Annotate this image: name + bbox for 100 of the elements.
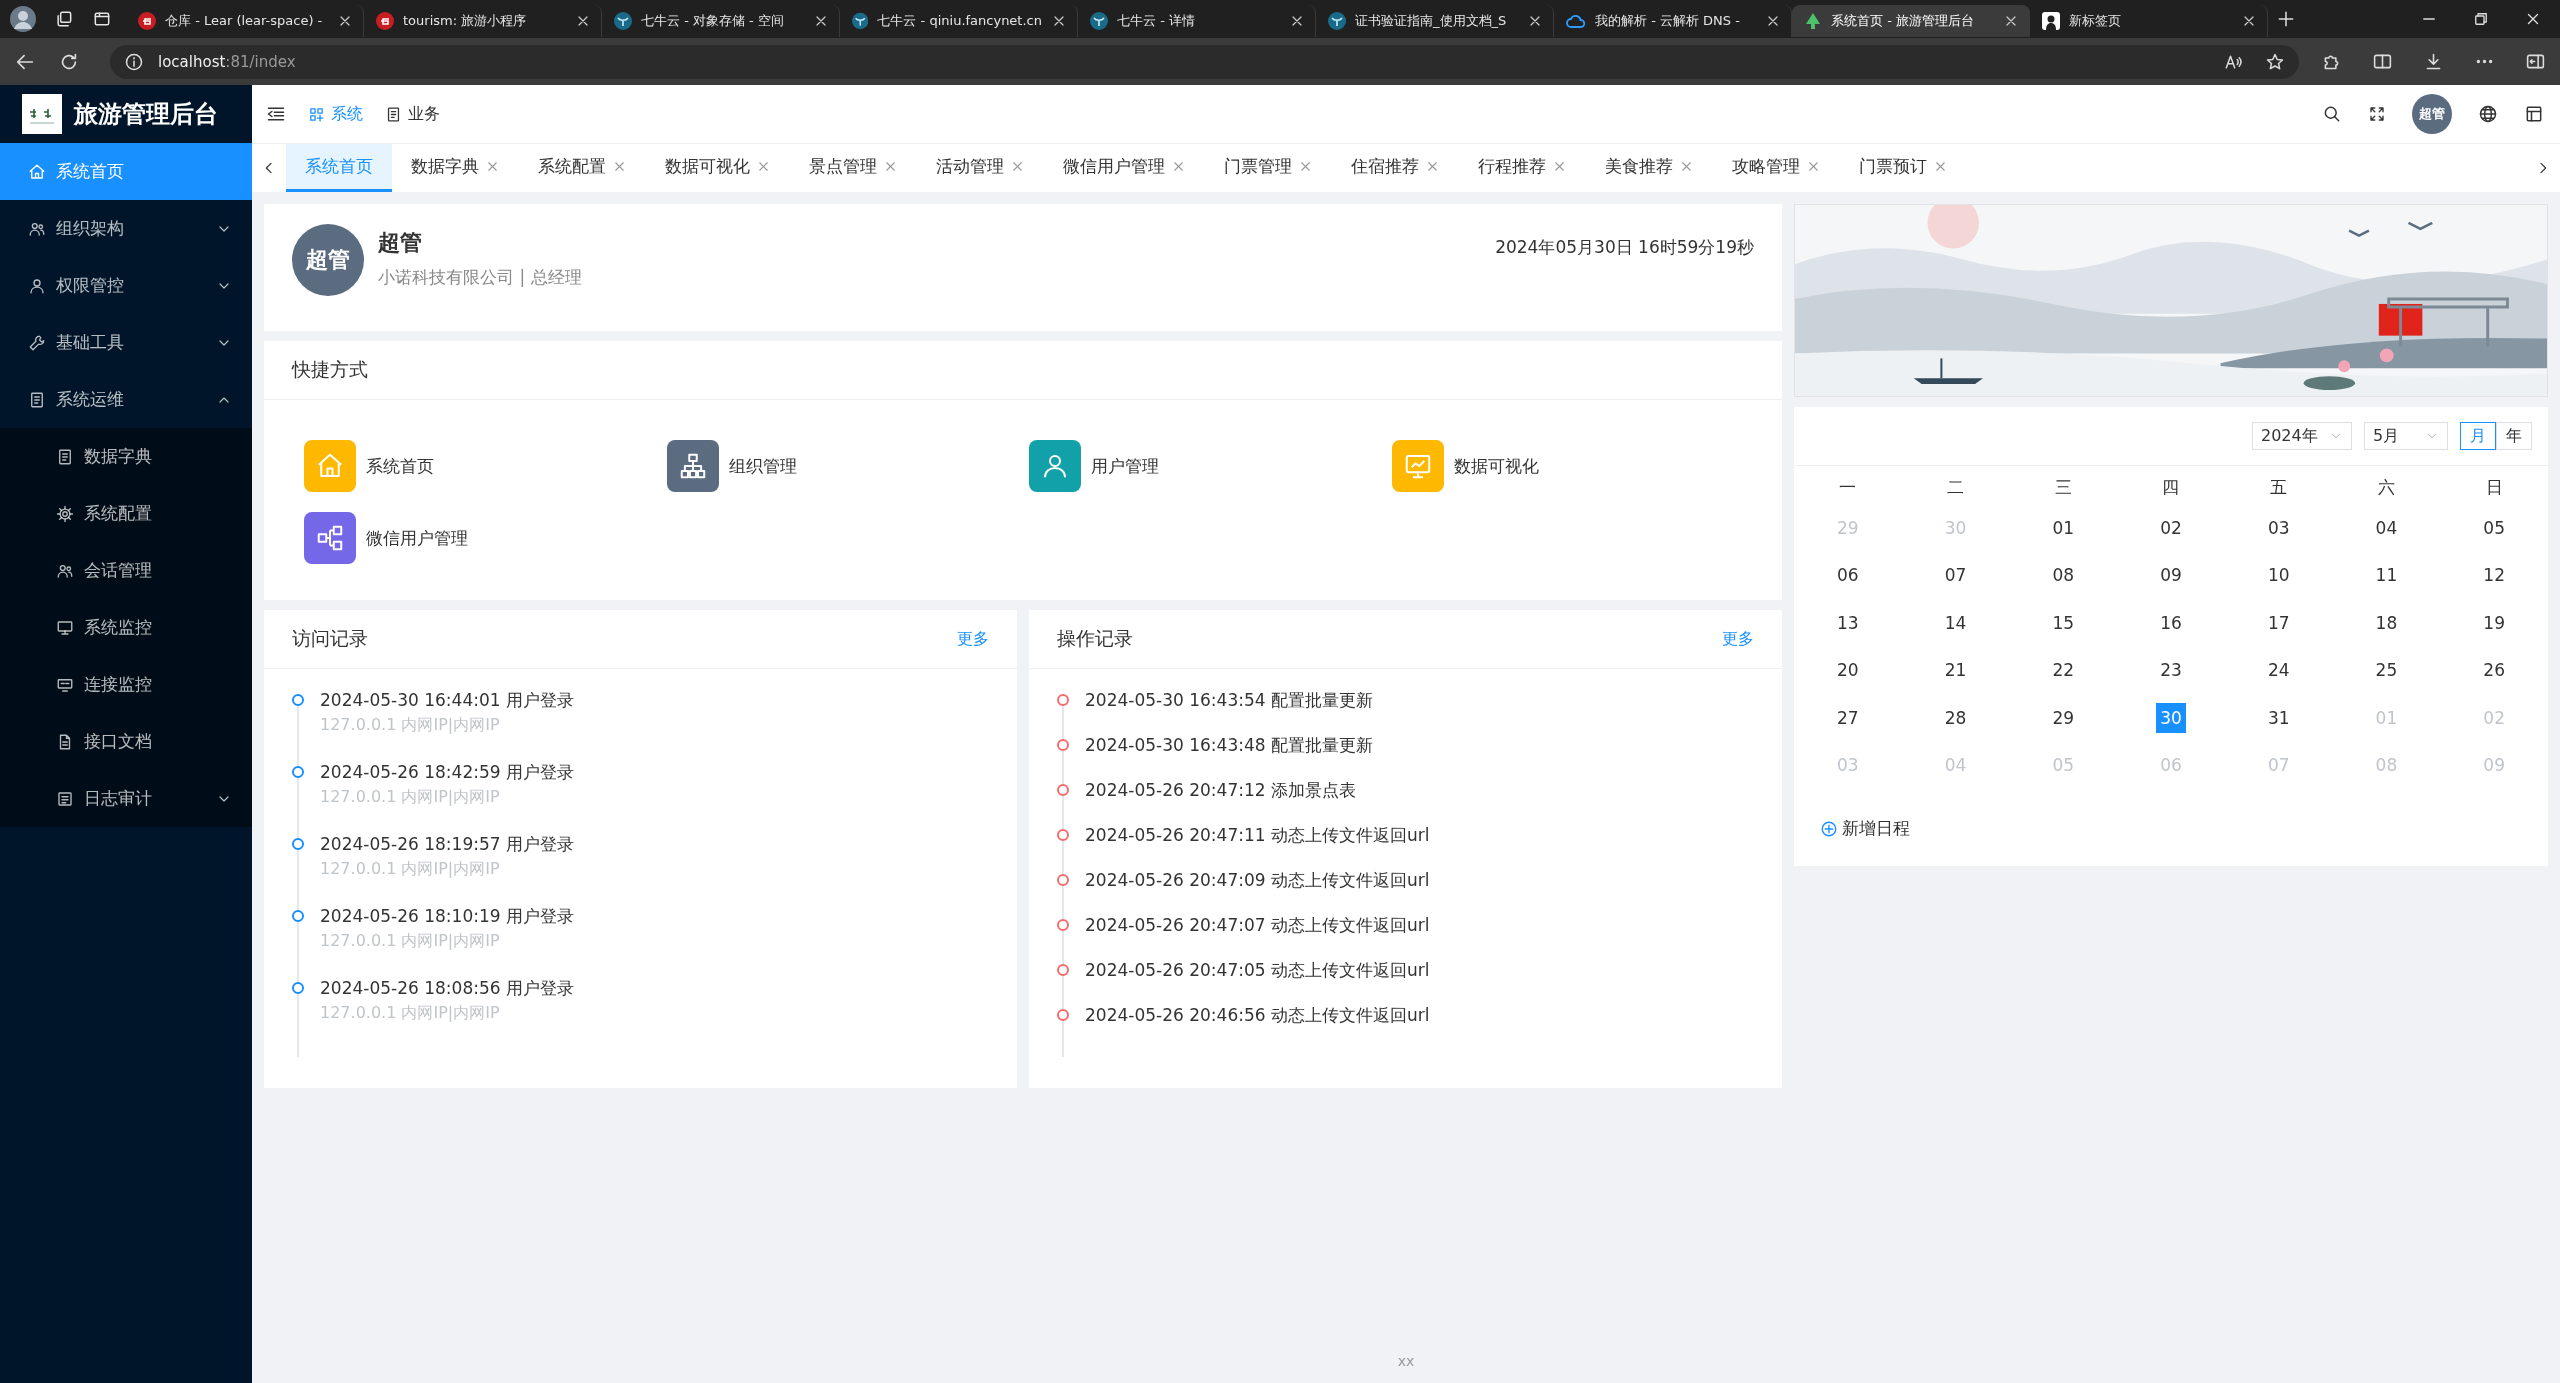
- calendar-day[interactable]: 22: [2048, 655, 2079, 686]
- log-detail: 127.0.0.1 内网IP|内网IP: [320, 931, 501, 952]
- page-tab[interactable]: 住宿推荐: [1332, 144, 1459, 192]
- calendar-day[interactable]: 31: [2263, 702, 2294, 733]
- calendar-day[interactable]: 26: [2479, 655, 2510, 686]
- log-entry: 2024-05-26 20:47:05 动态上传文件返回url: [1085, 959, 1430, 982]
- user-avatar[interactable]: 超管: [2412, 94, 2452, 134]
- sidebar-item[interactable]: 会话管理: [0, 542, 252, 599]
- globe-icon[interactable]: [2478, 104, 2498, 124]
- calendar-day[interactable]: 21: [1940, 655, 1971, 686]
- sidebar-item[interactable]: 连接监控: [0, 656, 252, 713]
- layout-icon[interactable]: [2524, 104, 2544, 124]
- browser-tab[interactable]: tourism: 旅游小程序: [364, 5, 602, 37]
- weekday-label: 四: [2162, 476, 2180, 499]
- calendar-day[interactable]: 07: [1940, 560, 1971, 591]
- weekday-label: 二: [1947, 476, 1965, 499]
- weekday-label: 六: [2377, 476, 2395, 499]
- address-bar[interactable]: localhost:81/index: [110, 44, 2299, 79]
- calendar-day[interactable]: 08: [2048, 560, 2079, 591]
- view-toggle[interactable]: 年: [2496, 422, 2532, 450]
- calendar-day[interactable]: 24: [2263, 655, 2294, 686]
- sidebar-item[interactable]: 接口文档: [0, 713, 252, 770]
- browser-tab[interactable]: 七牛云 - 对象存储 - 空间: [602, 5, 840, 37]
- sidebar-item[interactable]: 系统配置: [0, 485, 252, 542]
- calendar-day[interactable]: 17: [2263, 607, 2294, 638]
- timeline-dot: [292, 982, 304, 994]
- sidebar-item[interactable]: 系统监控: [0, 599, 252, 656]
- page-tab[interactable]: 门票管理: [1205, 144, 1332, 192]
- plus-icon[interactable]: [2276, 9, 2296, 29]
- page-tab[interactable]: 行程推荐: [1459, 144, 1586, 192]
- page-tab[interactable]: 数据字典: [392, 144, 519, 192]
- date-time: 2024年05月30日 16时59分19秒: [1495, 236, 1754, 259]
- timeline-dot: [292, 694, 304, 706]
- calendar-day[interactable]: 14: [1940, 607, 1971, 638]
- calendar-day[interactable]: 11: [2371, 560, 2402, 591]
- shortcut-item[interactable]: 微信用户管理: [304, 512, 667, 564]
- log-entry: 2024-05-26 18:19:57 用户登录: [320, 833, 574, 855]
- browser-tab[interactable]: 证书验证指南_使用文档_S: [1316, 5, 1554, 37]
- calendar-day[interactable]: 25: [2371, 655, 2402, 686]
- month-select[interactable]: 5月: [2364, 422, 2448, 450]
- profile-icon[interactable]: [10, 6, 36, 32]
- calendar-day[interactable]: 15: [2048, 607, 2079, 638]
- logo-icon: [22, 94, 62, 134]
- sidebar-item[interactable]: 基础工具: [0, 314, 252, 371]
- page-tab[interactable]: 微信用户管理: [1044, 144, 1205, 192]
- browser-tab[interactable]: 七牛云 - qiniu.fancynet.cn: [840, 5, 1078, 37]
- page-tab[interactable]: 攻略管理: [1713, 144, 1840, 192]
- calendar-day[interactable]: 02: [2156, 512, 2186, 543]
- calendar-day[interactable]: 04: [2371, 512, 2402, 543]
- year-select[interactable]: 2024年: [2252, 422, 2352, 450]
- shortcut-item[interactable]: 组织管理: [666, 440, 1029, 492]
- log-entry: 2024-05-30 16:43:48 配置批量更新: [1085, 734, 1373, 757]
- page-tab[interactable]: 门票预订: [1840, 144, 1967, 192]
- calendar-day[interactable]: 29: [2048, 702, 2079, 733]
- sidebar-item[interactable]: 日志审计: [0, 770, 252, 827]
- search-icon[interactable]: [2322, 104, 2342, 124]
- page-tab[interactable]: 数据可视化: [646, 144, 790, 192]
- sidebar-item[interactable]: 组织架构: [0, 200, 252, 257]
- calendar-day[interactable]: 13: [1832, 607, 1863, 638]
- tab-actions-icon[interactable]: [92, 9, 112, 29]
- sidebar-item[interactable]: 数据字典: [0, 428, 252, 485]
- add-event-link[interactable]: 新增日程: [1794, 801, 2548, 866]
- shortcut-item[interactable]: 数据可视化: [1391, 440, 1754, 492]
- browser-tab[interactable]: 七牛云 - 详情: [1078, 5, 1316, 37]
- calendar-day[interactable]: 23: [2156, 655, 2186, 686]
- log-entry: 2024-05-26 20:47:09 动态上传文件返回url: [1085, 869, 1430, 892]
- document-icon: [56, 447, 74, 466]
- calendar-day[interactable]: 18: [2371, 607, 2402, 638]
- top-menu-item[interactable]: 业务: [385, 103, 440, 125]
- calendar-day[interactable]: 10: [2263, 560, 2294, 591]
- page-tab[interactable]: 活动管理: [917, 144, 1044, 192]
- browser-tab[interactable]: 仓库 - Lear (lear-space) -: [126, 5, 364, 37]
- fullscreen-icon[interactable]: [2368, 105, 2386, 123]
- calendar-day[interactable]: 27: [1832, 702, 1863, 733]
- calendar-day[interactable]: 03: [2263, 512, 2294, 543]
- restore-icon[interactable]: [2472, 10, 2490, 28]
- calendar-day[interactable]: 20: [1832, 655, 1863, 686]
- shortcut-item[interactable]: 系统首页: [304, 440, 667, 492]
- calendar-day[interactable]: 06: [1832, 560, 1863, 591]
- browser-tab[interactable]: 新标签页: [2030, 5, 2268, 37]
- timeline-dot: [1057, 739, 1069, 751]
- page-tab[interactable]: 美食推荐: [1586, 144, 1713, 192]
- star-icon[interactable]: [2265, 51, 2285, 72]
- workspaces-icon[interactable]: [54, 9, 74, 29]
- page-tab[interactable]: 景点管理: [790, 144, 917, 192]
- shortcut-item[interactable]: 用户管理: [1029, 440, 1392, 492]
- sidebar-item[interactable]: 权限管控: [0, 257, 252, 314]
- page-tab[interactable]: 系统配置: [519, 144, 646, 192]
- calendar-day[interactable]: 12: [2479, 560, 2510, 591]
- browser-tab[interactable]: 系统首页 - 旅游管理后台: [1792, 5, 2030, 37]
- calendar-day[interactable]: 05: [2479, 512, 2510, 543]
- info-icon[interactable]: [124, 51, 144, 72]
- calendar-day[interactable]: 28: [1940, 702, 1971, 733]
- weekday-label: 五: [2270, 476, 2288, 499]
- calendar-day[interactable]: 16: [2156, 607, 2186, 638]
- menu-fold-icon[interactable]: [266, 104, 286, 124]
- calendar-day[interactable]: 09: [2156, 560, 2186, 591]
- sidebar-item[interactable]: 系统运维: [0, 371, 252, 428]
- calendar-day[interactable]: 19: [2479, 607, 2510, 638]
- calendar-day[interactable]: 01: [2048, 512, 2079, 543]
